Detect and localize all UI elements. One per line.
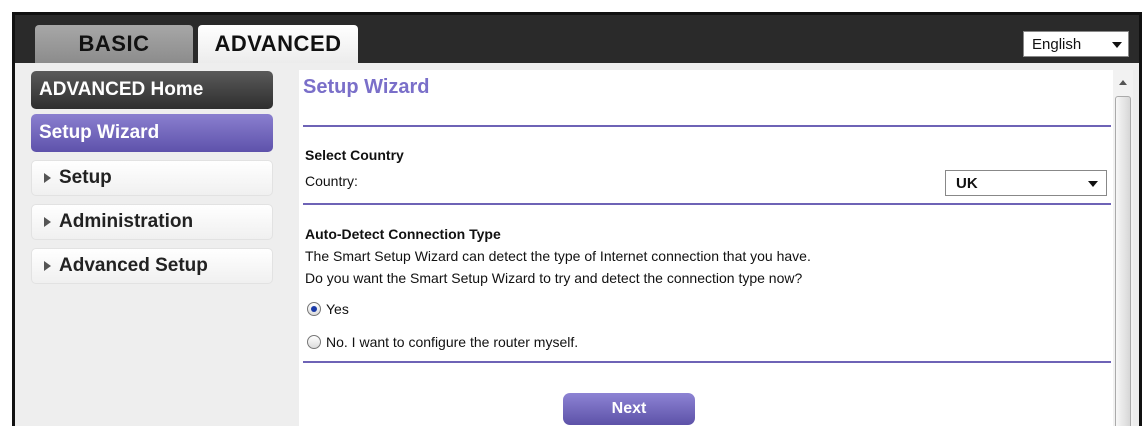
sidebar-item-advanced-home[interactable]: ADVANCED Home (31, 71, 273, 109)
select-country-heading: Select Country (305, 147, 404, 163)
top-tab-bar: BASIC ADVANCED English (15, 15, 1139, 63)
country-select[interactable]: UK (945, 170, 1107, 196)
radio-option-no[interactable]: No. I want to configure the router mysel… (307, 334, 578, 350)
sidebar-item-setup[interactable]: Setup (31, 160, 273, 196)
next-button[interactable]: Next (563, 393, 695, 425)
main-panel: Setup Wizard Select Country Country: UK … (299, 70, 1113, 426)
triangle-right-icon (44, 217, 51, 227)
sidebar-item-label: Setup (59, 167, 112, 188)
vertical-scrollbar[interactable] (1113, 70, 1133, 426)
auto-detect-description: The Smart Setup Wizard can detect the ty… (305, 248, 811, 264)
country-label: Country: (305, 173, 358, 189)
auto-detect-heading: Auto-Detect Connection Type (305, 226, 501, 242)
sidebar-item-advanced-setup[interactable]: Advanced Setup (31, 248, 273, 284)
chevron-down-icon (1112, 42, 1122, 48)
tab-basic[interactable]: BASIC (35, 25, 193, 63)
router-admin-window: BASIC ADVANCED English ADVANCED Home Set… (12, 12, 1142, 426)
radio-selected-icon[interactable] (307, 302, 321, 316)
page-title: Setup Wizard (303, 76, 430, 98)
radio-option-yes[interactable]: Yes (307, 301, 349, 317)
sidebar-item-setup-wizard[interactable]: Setup Wizard (31, 114, 273, 152)
triangle-right-icon (44, 173, 51, 183)
sidebar-item-label: ADVANCED Home (39, 79, 204, 100)
divider (303, 361, 1111, 363)
language-select[interactable]: English (1023, 31, 1129, 57)
country-value: UK (956, 174, 978, 192)
auto-detect-question: Do you want the Smart Setup Wizard to tr… (305, 270, 803, 286)
scroll-up-arrow-icon[interactable] (1119, 80, 1127, 85)
radio-unselected-icon[interactable] (307, 335, 321, 349)
chevron-down-icon (1088, 181, 1098, 187)
radio-label-yes: Yes (326, 301, 349, 317)
triangle-right-icon (44, 261, 51, 271)
divider (303, 125, 1111, 127)
radio-label-no: No. I want to configure the router mysel… (326, 334, 579, 350)
tab-advanced[interactable]: ADVANCED (198, 25, 358, 63)
sidebar-item-administration[interactable]: Administration (31, 204, 273, 240)
sidebar-item-label: Advanced Setup (59, 255, 208, 276)
sidebar-item-label: Administration (59, 211, 194, 232)
scrollbar-thumb[interactable] (1115, 96, 1131, 426)
divider (303, 203, 1111, 205)
language-value: English (1032, 35, 1082, 53)
sidebar-item-label: Setup Wizard (39, 122, 160, 143)
